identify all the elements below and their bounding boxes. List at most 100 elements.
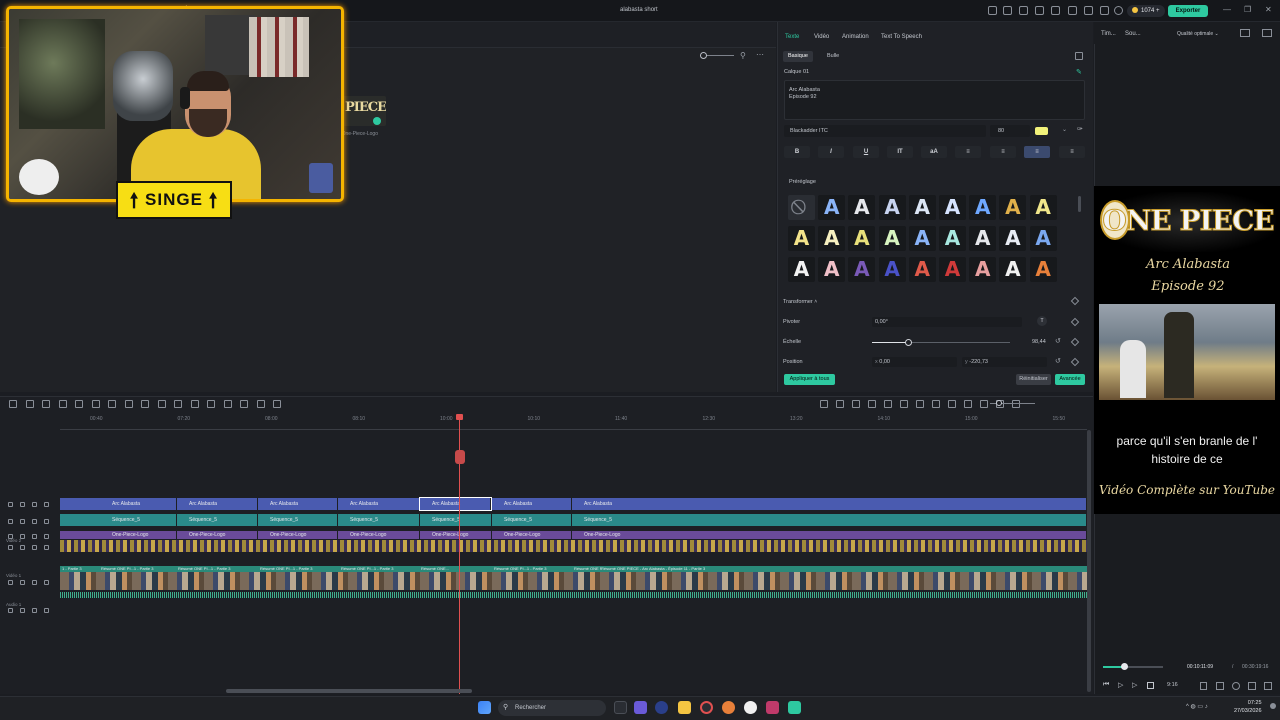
tab-text-to-speech[interactable]: Text To Speech xyxy=(881,34,922,40)
eye-off-icon[interactable] xyxy=(20,519,25,524)
text-preset[interactable]: A xyxy=(878,226,906,251)
lock-icon[interactable] xyxy=(8,608,13,613)
volume-icon[interactable] xyxy=(1248,682,1256,690)
text-icon[interactable] xyxy=(108,400,116,408)
text-content-field[interactable]: Arc Alabasta Episode 92 xyxy=(784,80,1085,120)
color-icon[interactable] xyxy=(174,400,182,408)
export-button[interactable]: Exporter xyxy=(1168,5,1208,17)
font-size-select[interactable]: 80 xyxy=(990,125,1030,137)
text-preset[interactable]: A xyxy=(939,226,966,251)
group-icon[interactable] xyxy=(223,400,232,408)
text-preset[interactable]: A xyxy=(999,257,1027,282)
mask-icon[interactable] xyxy=(868,400,876,408)
timeline-zoom-knob[interactable] xyxy=(996,400,1002,406)
title-clip[interactable]: Arc Alabasta xyxy=(492,498,572,510)
video2-strip[interactable] xyxy=(60,540,1087,552)
text-preset[interactable]: A xyxy=(969,226,997,251)
edge-icon[interactable] xyxy=(655,701,668,714)
subtab-bulle[interactable]: Bulle xyxy=(822,51,844,62)
align-left-button[interactable]: ≡ xyxy=(955,146,981,158)
filter-icon[interactable]: ⚲ xyxy=(740,51,746,60)
text-preset[interactable]: A xyxy=(788,226,815,251)
sequence-clip[interactable]: Séquence_5 xyxy=(100,514,177,526)
eye-off-icon[interactable] xyxy=(20,608,25,613)
snapshot-icon[interactable] xyxy=(1262,29,1272,37)
position-y-input[interactable]: y -220,73 xyxy=(962,357,1047,367)
lock-icon[interactable] xyxy=(8,545,13,550)
text-preset[interactable]: A xyxy=(848,195,876,220)
sequence-clip[interactable]: Séquence_5 xyxy=(177,514,258,526)
title-clip[interactable]: Arc Alabasta xyxy=(572,498,1087,510)
align-right-button[interactable]: ≡ xyxy=(1059,146,1085,158)
stop-icon[interactable] xyxy=(1147,682,1154,689)
notification-icon[interactable] xyxy=(1270,703,1276,709)
reset-icon[interactable]: ↺ xyxy=(1055,357,1061,365)
visible-icon[interactable] xyxy=(44,502,49,507)
quality-select[interactable]: Qualité optimale ⌄ xyxy=(1177,31,1219,37)
title-clip[interactable]: Arc Alabasta xyxy=(419,497,492,511)
fullscreen-icon[interactable] xyxy=(1035,6,1044,15)
more-icon[interactable]: ⋯ xyxy=(756,50,764,59)
text-preset[interactable]: A xyxy=(878,195,906,220)
text-preset[interactable]: A xyxy=(788,257,815,282)
text-preset[interactable]: A xyxy=(878,257,906,282)
aspect-ratio-select[interactable]: 9:16 xyxy=(1167,682,1178,688)
text-color-swatch[interactable] xyxy=(1035,127,1048,135)
cut-icon[interactable] xyxy=(91,400,100,408)
video1-thumbnails[interactable] xyxy=(60,572,1087,590)
line-height-button[interactable]: IT xyxy=(887,146,913,158)
visible-icon[interactable] xyxy=(44,608,49,613)
close-icon[interactable]: ✕ xyxy=(1265,5,1272,14)
preset-scrollbar[interactable] xyxy=(1078,196,1081,212)
text-preset[interactable]: A xyxy=(999,195,1027,220)
text-preset[interactable]: A xyxy=(818,195,846,220)
voice-icon[interactable] xyxy=(884,400,892,408)
mute-icon[interactable] xyxy=(32,534,37,539)
sequence-clip[interactable]: Séquence_5 xyxy=(572,514,1087,526)
text-preset[interactable]: A xyxy=(818,257,846,282)
app-icon[interactable] xyxy=(766,701,779,714)
logo-clip[interactable]: One-Piece-Logo xyxy=(338,531,420,539)
visible-icon[interactable] xyxy=(44,534,49,539)
underline-button[interactable]: U xyxy=(853,146,879,158)
reset-icon[interactable]: ↺ xyxy=(1055,337,1061,345)
font-select[interactable]: Blackadder ITC xyxy=(784,125,986,137)
minimize-icon[interactable]: — xyxy=(1223,5,1231,14)
timeline-ruler[interactable] xyxy=(60,414,1087,430)
italic-button[interactable]: I xyxy=(818,146,844,158)
scale-value[interactable]: 98,44 xyxy=(1032,339,1046,345)
seq-clip-lead[interactable] xyxy=(60,514,100,526)
effect-icon[interactable] xyxy=(273,400,281,408)
timeline-vertical-scrollbar[interactable] xyxy=(1087,430,1091,692)
grid-icon[interactable] xyxy=(9,400,17,408)
text-preset[interactable]: A xyxy=(969,257,997,282)
layout-icon[interactable] xyxy=(1019,6,1028,15)
title-clip-lead[interactable] xyxy=(60,498,100,510)
visible-icon[interactable] xyxy=(44,519,49,524)
eye-off-icon[interactable] xyxy=(20,580,25,585)
render-icon[interactable] xyxy=(852,400,860,408)
save-icon[interactable] xyxy=(988,6,997,15)
mute-icon[interactable] xyxy=(32,580,37,585)
mute-icon[interactable] xyxy=(32,608,37,613)
undo-icon[interactable] xyxy=(42,400,50,408)
zoom-slider-knob[interactable] xyxy=(700,52,707,59)
taskbar-search[interactable]: Rechercher xyxy=(498,700,606,716)
eye-off-icon[interactable] xyxy=(20,545,25,550)
visible-icon[interactable] xyxy=(44,580,49,585)
chevron-down-icon[interactable]: ⌄ xyxy=(1062,126,1067,133)
rotate-input[interactable]: 0,00° xyxy=(872,317,1022,327)
marker-icon[interactable] xyxy=(256,400,265,408)
camera-icon[interactable] xyxy=(1232,682,1240,690)
ai-cut-icon[interactable] xyxy=(207,400,215,408)
firefox-icon[interactable] xyxy=(722,701,735,714)
zoom-out-icon[interactable] xyxy=(980,400,988,408)
lock-icon[interactable] xyxy=(8,580,13,585)
text-preset[interactable]: A xyxy=(908,195,936,220)
player-tab-source[interactable]: Sou... xyxy=(1125,31,1141,37)
gift-icon[interactable] xyxy=(1068,6,1077,15)
obs-icon[interactable] xyxy=(700,701,713,714)
previous-frame-icon[interactable]: ⏮ xyxy=(1103,681,1109,689)
task-view-icon[interactable] xyxy=(614,701,627,714)
mute-icon[interactable] xyxy=(32,545,37,550)
